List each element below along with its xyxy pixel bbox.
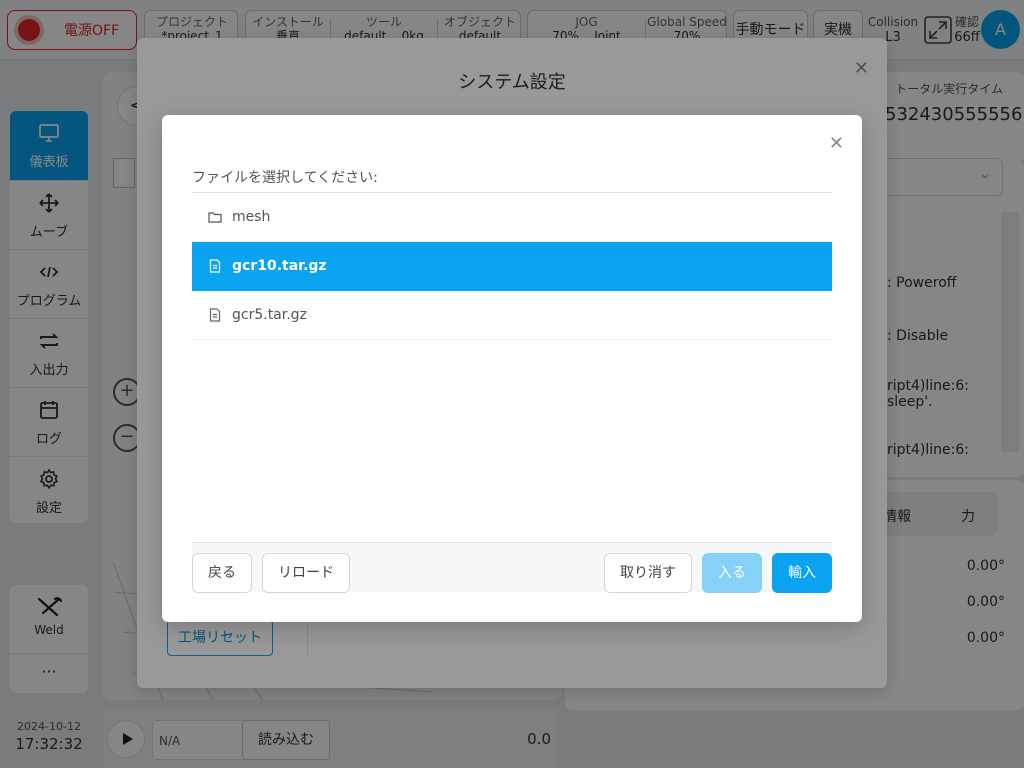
dialog-footer: 戻る リロード 取り消す 入る 輸入 bbox=[192, 542, 832, 593]
list-item[interactable]: gcr10.tar.gz bbox=[192, 242, 832, 291]
cancel-button[interactable]: 取り消す bbox=[604, 553, 692, 593]
back-button[interactable]: 戻る bbox=[192, 553, 252, 593]
folder-icon bbox=[208, 212, 222, 223]
list-item[interactable]: mesh bbox=[192, 193, 832, 242]
enter-button[interactable]: 入る bbox=[702, 553, 762, 593]
list-item[interactable]: gcr5.tar.gz bbox=[192, 291, 832, 340]
file-list: mesh gcr10.tar.gz gcr5.tar.gz bbox=[192, 192, 832, 540]
file-name: gcr5.tar.gz bbox=[232, 307, 307, 323]
file-icon bbox=[209, 259, 221, 273]
close-icon[interactable]: ✕ bbox=[829, 133, 844, 154]
file-prompt: ファイルを選択してください: bbox=[192, 170, 378, 186]
import-button[interactable]: 輸入 bbox=[772, 553, 832, 593]
reload-button[interactable]: リロード bbox=[262, 553, 350, 593]
file-select-dialog: ✕ ファイルを選択してください: mesh gcr10.tar.gz gcr5.… bbox=[162, 115, 862, 622]
file-name: gcr10.tar.gz bbox=[232, 258, 327, 274]
file-name: mesh bbox=[232, 209, 271, 225]
file-icon bbox=[209, 308, 221, 322]
